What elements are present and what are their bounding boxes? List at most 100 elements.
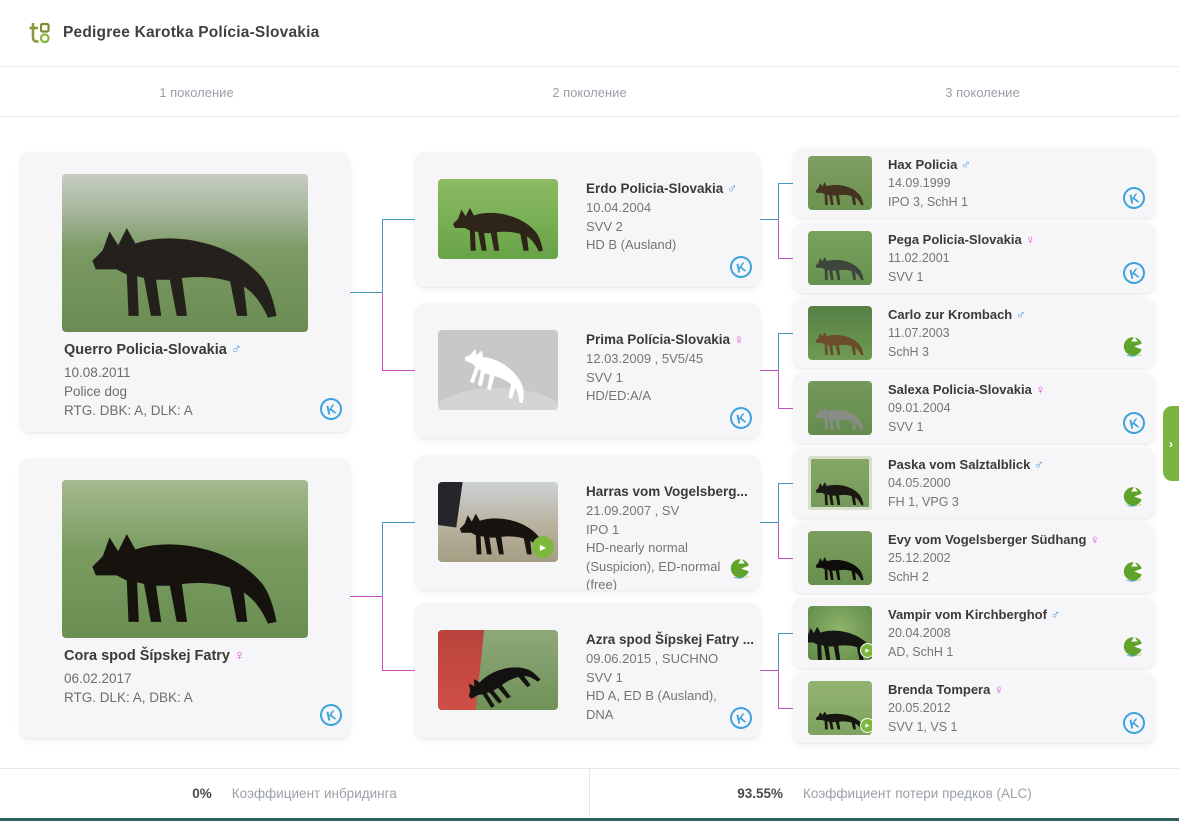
dog-name[interactable]: Vampir vom Kirchberghof ♂ — [888, 607, 1123, 622]
pedigree-card-querro[interactable]: Querro Policia-Slovakia ♂ 10.08.2011 Pol… — [20, 152, 350, 432]
dog-dob: 04.05.2000 — [888, 476, 951, 490]
female-gender-icon: ♀ — [993, 682, 1004, 697]
dog-titles: AD, SchH 1 — [888, 645, 954, 659]
dog-photo[interactable] — [808, 306, 872, 360]
dog-titles: SVV 2 — [586, 218, 623, 234]
dog-info: Harras vom Vogelsberg... 21.09.2007 , SV… — [586, 484, 748, 590]
dog-name[interactable]: Querro Policia-Slovakia ♂ — [64, 342, 310, 358]
dog-name[interactable]: Cora spod Šípskej Fatry ♀ — [64, 648, 310, 664]
dog-info: Azra spod Šípskej Fatry ... 09.06.2015 ,… — [586, 632, 754, 724]
dog-name[interactable]: Brenda Tompera ♀ — [888, 682, 1123, 697]
dog-name[interactable]: Prima Polícia-Slovakia ♀ — [586, 332, 746, 347]
dog-titles: SchH 3 — [888, 345, 929, 359]
dog-photo[interactable] — [62, 174, 308, 332]
working-dog-badge-icon[interactable] — [728, 557, 752, 581]
dog-photo[interactable] — [438, 630, 558, 710]
female-gender-icon: ♀ — [1025, 232, 1036, 247]
dog-photo-placeholder[interactable] — [438, 330, 558, 410]
dog-info: Evy vom Vogelsberger Südhang ♀ 25.12.200… — [888, 532, 1123, 587]
pedigree-card-pega[interactable]: Pega Policia-Slovakia ♀ 11.02.2001 SVV 1… — [793, 223, 1155, 293]
dog-name[interactable]: Harras vom Vogelsberg... — [586, 484, 748, 499]
video-play-icon[interactable]: ▶ — [860, 718, 872, 733]
dog-titles: SVV 1 — [586, 669, 623, 685]
dog-note: Police dog — [64, 384, 128, 399]
dog-health: RTG. DBK: A, DLK: A — [64, 403, 193, 418]
dog-dob: 20.05.2012 — [888, 701, 951, 715]
dog-photo[interactable] — [808, 456, 872, 510]
dog-photo[interactable] — [438, 179, 558, 259]
dog-dob: 20.04.2008 — [888, 626, 951, 640]
connector-line — [778, 522, 779, 558]
dog-photo[interactable]: ▶ — [808, 681, 872, 735]
dog-name[interactable]: Salexa Policia-Slovakia ♀ — [888, 382, 1123, 397]
male-gender-icon: ♂ — [961, 157, 971, 172]
dog-name[interactable]: Carlo zur Krombach ♂ — [888, 307, 1123, 322]
dog-photo[interactable]: ▶ — [808, 606, 872, 660]
k-database-badge-icon[interactable]: K — [1120, 259, 1148, 287]
k-database-badge-icon[interactable]: K — [1120, 184, 1148, 212]
dog-dob: 06.02.2017 — [64, 671, 132, 686]
connector-line — [778, 483, 779, 522]
connector-line — [382, 219, 415, 220]
video-play-icon[interactable]: ▶ — [860, 643, 872, 658]
k-database-badge-icon[interactable]: K — [317, 395, 345, 423]
pedigree-card-erdo[interactable]: Erdo Policia-Slovakia ♂ 10.04.2004 SVV 2… — [415, 152, 760, 287]
pedigree-card-azra[interactable]: Azra spod Šípskej Fatry ... 09.06.2015 ,… — [415, 603, 760, 738]
dog-titles: SVV 1 — [586, 369, 623, 385]
dog-dob: 11.07.2003 — [888, 326, 950, 340]
dog-dob: 25.12.2002 — [888, 551, 951, 565]
k-database-badge-icon[interactable]: K — [1120, 409, 1148, 437]
dog-name[interactable]: Paska vom Salztalblick ♂ — [888, 457, 1123, 472]
working-dog-badge-icon[interactable] — [1121, 635, 1145, 659]
dog-name[interactable]: Hax Policia ♂ — [888, 157, 1123, 172]
connector-line — [778, 333, 779, 370]
dog-photo[interactable] — [62, 480, 308, 638]
working-dog-badge-icon[interactable] — [1121, 335, 1145, 359]
k-database-badge-icon[interactable]: K — [317, 701, 345, 729]
k-database-badge-icon[interactable]: K — [1120, 709, 1148, 737]
male-gender-icon: ♂ — [230, 342, 242, 358]
dog-dob: 10.04.2004 — [586, 200, 652, 215]
dog-photo[interactable] — [808, 231, 872, 285]
working-dog-badge-icon[interactable] — [1121, 485, 1145, 509]
dog-dob: 21.09.2007 , SV — [586, 503, 680, 518]
pedigree-card-evy[interactable]: Evy vom Vogelsberger Südhang ♀ 25.12.200… — [793, 523, 1155, 593]
dog-name[interactable]: Evy vom Vogelsberger Südhang ♀ — [888, 532, 1123, 547]
working-dog-badge-icon[interactable] — [1121, 560, 1145, 584]
pedigree-card-carlo[interactable]: Carlo zur Krombach ♂ 11.07.2003 SchH 3 — [793, 298, 1155, 368]
dog-dob: 09.01.2004 — [888, 401, 951, 415]
dog-photo[interactable]: ▶ — [438, 482, 558, 562]
pedigree-card-prima[interactable]: Prima Polícia-Slovakia ♀ 12.03.2009 , 5V… — [415, 303, 760, 438]
k-database-badge-icon[interactable]: K — [727, 253, 755, 281]
pedigree-card-vampir[interactable]: ▶ Vampir vom Kirchberghof ♂ 20.04.2008 A… — [793, 598, 1155, 668]
pedigree-card-cora[interactable]: Cora spod Šípskej Fatry ♀ 06.02.2017 RTG… — [20, 458, 350, 738]
dog-info: Brenda Tompera ♀ 20.05.2012 SVV 1, VS 1 — [888, 682, 1123, 737]
pedigree-card-hax[interactable]: Hax Policia ♂ 14.09.1999 IPO 3, SchH 1 K — [793, 148, 1155, 218]
female-gender-icon: ♀ — [733, 332, 744, 347]
connector-line — [382, 292, 383, 370]
page-header: Pedigree Karotka Polícia-Slovakia — [0, 0, 1179, 67]
dog-name[interactable]: Erdo Policia-Slovakia ♂ — [586, 181, 746, 196]
dog-name[interactable]: Pega Policia-Slovakia ♀ — [888, 232, 1123, 247]
expand-panel-tab[interactable]: › — [1163, 406, 1179, 481]
k-database-badge-icon[interactable]: K — [727, 404, 755, 432]
connector-line — [778, 258, 793, 259]
pedigree-card-paska[interactable]: Paska vom Salztalblick ♂ 04.05.2000 FH 1… — [793, 448, 1155, 518]
alc-value: 93.55% — [737, 786, 784, 801]
app-logo-icon[interactable] — [28, 21, 50, 45]
dog-titles: SVV 1 — [888, 420, 924, 434]
pedigree-card-harras[interactable]: ▶ Harras vom Vogelsberg... 21.09.2007 , … — [415, 455, 760, 590]
dog-titles: SVV 1 — [888, 270, 924, 284]
video-play-icon[interactable]: ▶ — [532, 536, 554, 558]
dog-photo[interactable] — [808, 156, 872, 210]
dog-health: RTG. DLK: A, DBK: A — [64, 690, 193, 705]
pedigree-card-brenda[interactable]: ▶ Brenda Tompera ♀ 20.05.2012 SVV 1, VS … — [793, 673, 1155, 743]
connector-line — [778, 333, 793, 334]
dog-photo[interactable] — [808, 381, 872, 435]
pedigree-card-salexa[interactable]: Salexa Policia-Slovakia ♀ 09.01.2004 SVV… — [793, 373, 1155, 443]
connector-line — [778, 183, 779, 219]
dog-name[interactable]: Azra spod Šípskej Fatry ... — [586, 632, 754, 647]
connector-line — [778, 633, 779, 670]
dog-photo[interactable] — [808, 531, 872, 585]
dog-titles: FH 1, VPG 3 — [888, 495, 959, 509]
